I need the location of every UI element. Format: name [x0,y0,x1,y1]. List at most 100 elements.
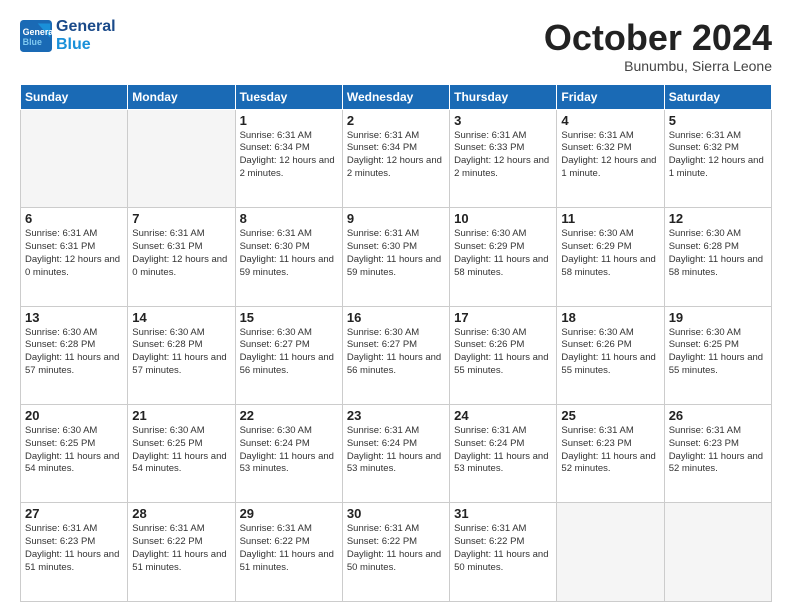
calendar-cell: 28 Sunrise: 6:31 AM Sunset: 6:22 PM Dayli… [128,503,235,602]
logo-text-blue: Blue [56,36,116,54]
day-info: Sunrise: 6:30 AM Sunset: 6:24 PM Dayligh… [240,425,338,476]
day-number: 20 [25,408,123,423]
day-number: 10 [454,211,552,226]
calendar-cell: 3 Sunrise: 6:31 AM Sunset: 6:33 PM Daylig… [450,109,557,207]
calendar-cell: 5 Sunrise: 6:31 AM Sunset: 6:32 PM Daylig… [664,109,771,207]
day-info: Sunrise: 6:30 AM Sunset: 6:26 PM Dayligh… [561,327,659,378]
day-info: Sunrise: 6:30 AM Sunset: 6:28 PM Dayligh… [25,327,123,378]
weekday-header-friday: Friday [557,84,664,109]
day-number: 14 [132,310,230,325]
day-number: 28 [132,506,230,521]
day-number: 6 [25,211,123,226]
day-info: Sunrise: 6:31 AM Sunset: 6:30 PM Dayligh… [347,228,445,279]
calendar-cell [664,503,771,602]
day-number: 30 [347,506,445,521]
day-number: 4 [561,113,659,128]
calendar-cell: 29Sunrise: 6:31 AM Sunset: 6:22 PM Dayli… [235,503,342,602]
day-info: Sunrise: 6:31 AM Sunset: 6:32 PM Dayligh… [669,130,767,181]
logo-text-general: General [56,18,116,36]
svg-text:General: General [23,27,52,37]
location: Bunumbu, Sierra Leone [544,58,772,74]
day-number: 16 [347,310,445,325]
day-info: Sunrise: 6:30 AM Sunset: 6:28 PM Dayligh… [669,228,767,279]
calendar-week-row: 27 Sunrise: 6:31 AM Sunset: 6:23 PM Dayli… [21,503,772,602]
day-number: 15 [240,310,338,325]
calendar-cell: 6 Sunrise: 6:31 AM Sunset: 6:31 PM Daylig… [21,208,128,306]
day-info: Sunrise: 6:31 AM Sunset: 6:23 PM Dayligh… [25,523,123,574]
calendar-cell: 27 Sunrise: 6:31 AM Sunset: 6:23 PM Dayli… [21,503,128,602]
day-info: Sunrise: 6:30 AM Sunset: 6:27 PM Dayligh… [240,327,338,378]
calendar-cell: 22 Sunrise: 6:30 AM Sunset: 6:24 PM Dayli… [235,405,342,503]
day-number: 9 [347,211,445,226]
day-info: Sunrise: 6:31 AM Sunset: 6:23 PM Dayligh… [561,425,659,476]
day-info: Sunrise: 6:31 AM Sunset: 6:31 PM Dayligh… [25,228,123,279]
day-info: Sunrise: 6:31 AM Sunset: 6:22 PM Dayligh… [132,523,230,574]
day-number: 1 [240,113,338,128]
day-info: Sunrise: 6:30 AM Sunset: 6:25 PM Dayligh… [25,425,123,476]
logo-icon: General Blue [20,20,52,52]
day-info: Sunrise: 6:30 AM Sunset: 6:25 PM Dayligh… [669,327,767,378]
weekday-header-saturday: Saturday [664,84,771,109]
calendar-cell: 14Sunrise: 6:30 AM Sunset: 6:28 PM Dayli… [128,306,235,404]
day-number: 5 [669,113,767,128]
day-number: 3 [454,113,552,128]
day-number: 25 [561,408,659,423]
logo: General Blue General Blue [20,18,116,53]
day-info: Sunrise: 6:31 AM Sunset: 6:31 PM Dayligh… [132,228,230,279]
day-number: 13 [25,310,123,325]
calendar-cell: 21Sunrise: 6:30 AM Sunset: 6:25 PM Dayli… [128,405,235,503]
calendar-cell: 20 Sunrise: 6:30 AM Sunset: 6:25 PM Dayli… [21,405,128,503]
calendar: SundayMondayTuesdayWednesdayThursdayFrid… [20,84,772,602]
day-number: 26 [669,408,767,423]
day-number: 17 [454,310,552,325]
calendar-cell: 15 Sunrise: 6:30 AM Sunset: 6:27 PM Dayli… [235,306,342,404]
day-info: Sunrise: 6:30 AM Sunset: 6:27 PM Dayligh… [347,327,445,378]
calendar-week-row: 6 Sunrise: 6:31 AM Sunset: 6:31 PM Daylig… [21,208,772,306]
weekday-header-sunday: Sunday [21,84,128,109]
day-info: Sunrise: 6:31 AM Sunset: 6:22 PM Dayligh… [347,523,445,574]
day-info: Sunrise: 6:31 AM Sunset: 6:23 PM Dayligh… [669,425,767,476]
calendar-week-row: 13 Sunrise: 6:30 AM Sunset: 6:28 PM Dayli… [21,306,772,404]
day-info: Sunrise: 6:31 AM Sunset: 6:33 PM Dayligh… [454,130,552,181]
day-info: Sunrise: 6:31 AM Sunset: 6:34 PM Dayligh… [347,130,445,181]
day-number: 21 [132,408,230,423]
header: General Blue General Blue October 2024 B… [20,18,772,74]
calendar-week-row: 1 Sunrise: 6:31 AM Sunset: 6:34 PM Daylig… [21,109,772,207]
day-info: Sunrise: 6:30 AM Sunset: 6:29 PM Dayligh… [561,228,659,279]
calendar-cell: 1 Sunrise: 6:31 AM Sunset: 6:34 PM Daylig… [235,109,342,207]
day-info: Sunrise: 6:31 AM Sunset: 6:22 PM Dayligh… [454,523,552,574]
calendar-cell: 31 Sunrise: 6:31 AM Sunset: 6:22 PM Dayli… [450,503,557,602]
calendar-cell: 30 Sunrise: 6:31 AM Sunset: 6:22 PM Dayli… [342,503,449,602]
calendar-cell: 23Sunrise: 6:31 AM Sunset: 6:24 PM Dayli… [342,405,449,503]
day-info: Sunrise: 6:31 AM Sunset: 6:22 PM Dayligh… [240,523,338,574]
day-number: 2 [347,113,445,128]
calendar-cell: 4 Sunrise: 6:31 AM Sunset: 6:32 PM Daylig… [557,109,664,207]
calendar-cell: 9 Sunrise: 6:31 AM Sunset: 6:30 PM Daylig… [342,208,449,306]
calendar-cell: 10 Sunrise: 6:30 AM Sunset: 6:29 PM Dayli… [450,208,557,306]
weekday-header-thursday: Thursday [450,84,557,109]
calendar-cell: 17Sunrise: 6:30 AM Sunset: 6:26 PM Dayli… [450,306,557,404]
calendar-cell: 26 Sunrise: 6:31 AM Sunset: 6:23 PM Dayli… [664,405,771,503]
calendar-cell: 7Sunrise: 6:31 AM Sunset: 6:31 PM Daylig… [128,208,235,306]
title-block: October 2024 Bunumbu, Sierra Leone [544,18,772,74]
svg-text:Blue: Blue [23,36,42,46]
calendar-header-row: SundayMondayTuesdayWednesdayThursdayFrid… [21,84,772,109]
calendar-cell: 18Sunrise: 6:30 AM Sunset: 6:26 PM Dayli… [557,306,664,404]
day-info: Sunrise: 6:31 AM Sunset: 6:34 PM Dayligh… [240,130,338,181]
page: General Blue General Blue October 2024 B… [0,0,792,612]
calendar-cell: 25 Sunrise: 6:31 AM Sunset: 6:23 PM Dayli… [557,405,664,503]
calendar-cell [128,109,235,207]
day-number: 27 [25,506,123,521]
calendar-cell: 19 Sunrise: 6:30 AM Sunset: 6:25 PM Dayli… [664,306,771,404]
day-info: Sunrise: 6:30 AM Sunset: 6:29 PM Dayligh… [454,228,552,279]
day-number: 22 [240,408,338,423]
day-info: Sunrise: 6:31 AM Sunset: 6:24 PM Dayligh… [347,425,445,476]
day-info: Sunrise: 6:31 AM Sunset: 6:24 PM Dayligh… [454,425,552,476]
day-info: Sunrise: 6:31 AM Sunset: 6:32 PM Dayligh… [561,130,659,181]
day-number: 19 [669,310,767,325]
calendar-cell: 13 Sunrise: 6:30 AM Sunset: 6:28 PM Dayli… [21,306,128,404]
calendar-cell: 12 Sunrise: 6:30 AM Sunset: 6:28 PM Dayli… [664,208,771,306]
day-number: 12 [669,211,767,226]
day-number: 31 [454,506,552,521]
day-info: Sunrise: 6:31 AM Sunset: 6:30 PM Dayligh… [240,228,338,279]
